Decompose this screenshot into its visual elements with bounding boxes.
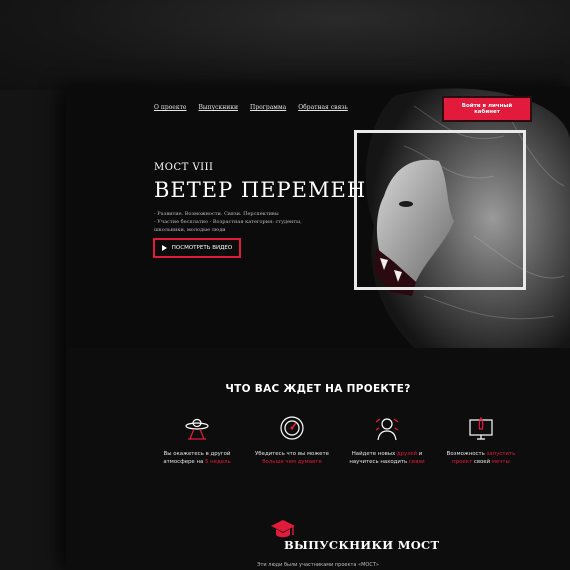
feature-item: Убедитесь что вы можете больше чем думает…	[247, 414, 337, 466]
hero-kicker: МОСТ VIII	[154, 162, 214, 173]
hero-bullets: - Развитие. Возможности. Связи. Перспект…	[154, 210, 304, 234]
play-icon	[161, 245, 167, 251]
feature-item: Возможность запустить проект своей мечты	[436, 414, 526, 466]
features-title: ЧТО ВАС ЖДЕТ НА ПРОЕКТЕ?	[225, 383, 411, 395]
ufo-icon	[185, 418, 209, 440]
hero-bullet: - Развитие. Возможности. Связи. Перспект…	[154, 211, 279, 217]
feature-item: Найдете новых друзей и научитесь находит…	[342, 414, 432, 466]
nav-item-graduates[interactable]: Выпускники	[198, 104, 238, 111]
person-network-icon	[375, 418, 399, 441]
cabinet-login-button[interactable]: Войти в личный кабинет	[444, 98, 530, 120]
feature-item: Вы окажетесь в другой атмосфере на 5 нед…	[152, 414, 242, 466]
rocket-monitor-icon	[469, 416, 493, 440]
feature-text: Убедитесь что вы можете больше чем думает…	[255, 451, 329, 465]
top-nav: О проекте Выпускники Программа Обратная …	[154, 104, 348, 111]
backdrop	[0, 0, 570, 90]
speedometer-icon	[280, 416, 304, 440]
nav-item-program[interactable]: Программа	[250, 104, 286, 111]
nav-item-feedback[interactable]: Обратная связь	[298, 104, 348, 111]
hero-section: О проекте Выпускники Программа Обратная …	[66, 86, 570, 348]
hero-frame	[354, 130, 526, 290]
hero-bullet: - Участие бесплатно - Возрастная категор…	[154, 219, 302, 233]
feature-text: Возможность запустить проект своей мечты	[446, 451, 516, 465]
feature-text: Найдете новых друзей и научитесь находит…	[349, 451, 425, 465]
graduation-cap-icon	[271, 520, 295, 538]
hero-title: ВЕТЕР ПЕРЕМЕН	[154, 178, 367, 202]
feature-text: Вы окажетесь в другой атмосфере на 5 нед…	[163, 451, 231, 465]
graduates-subtitle: Эти люди были участниками проекта «МОСТ»	[257, 562, 379, 568]
nav-item-about[interactable]: О проекте	[154, 104, 186, 111]
landing-page: О проекте Выпускники Программа Обратная …	[66, 86, 570, 570]
watch-video-button[interactable]: ПОСМОТРЕТЬ ВИДЕО	[153, 238, 241, 258]
watch-video-label: ПОСМОТРЕТЬ ВИДЕО	[171, 245, 233, 251]
graduates-title: ВЫПУСКНИКИ МОСТ	[284, 538, 440, 552]
